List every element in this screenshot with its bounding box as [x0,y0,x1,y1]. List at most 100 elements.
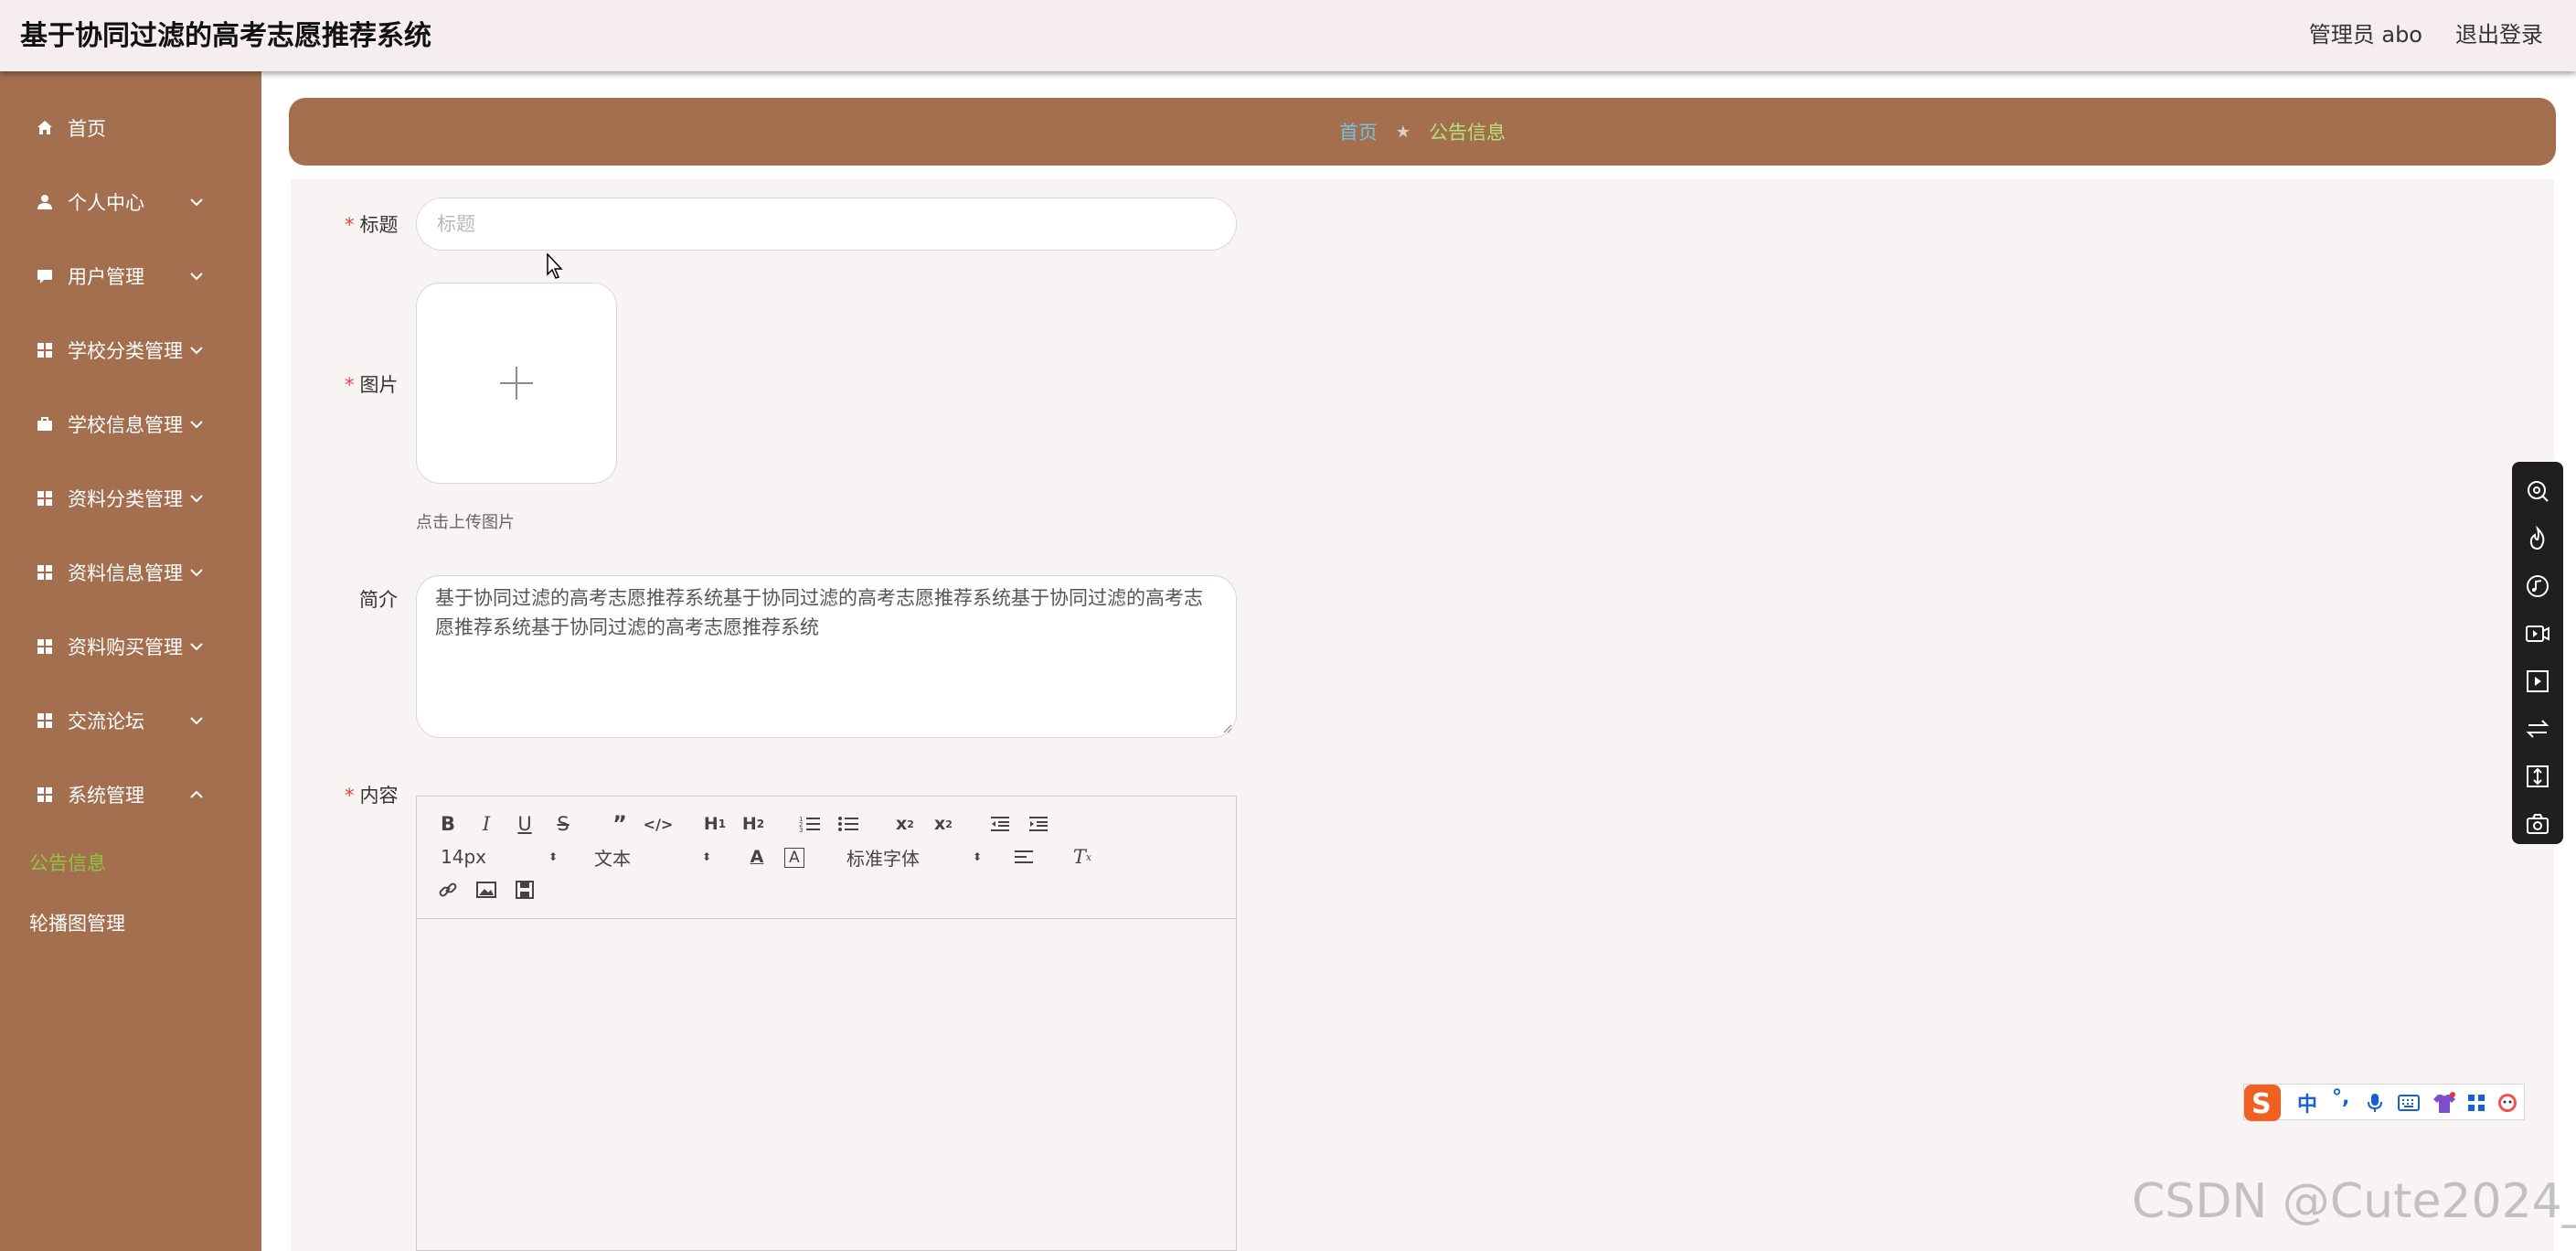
sidebar-item-system[interactable]: 系统管理 [0,767,261,822]
sidebar-item-label: 学校信息管理 [68,414,183,436]
editor-body[interactable] [417,919,1236,1250]
sidebar-item-home[interactable]: 首页 [0,101,261,155]
align-icon[interactable] [1009,844,1038,870]
chevron-down-icon [190,198,203,207]
user-area: 管理员 abo 退出登录 [2309,16,2543,48]
resize-grip-icon[interactable] [1221,722,1232,733]
underline-icon[interactable]: U [510,811,539,837]
skin-icon[interactable] [2432,1092,2456,1114]
editor-toolbar: B I U S ” </> H1 H2 123 x2 x2 14px ⬍ 文本 … [417,797,1236,919]
toolbox-icon[interactable] [2467,1094,2486,1112]
sidebar-item-school-category[interactable]: 学校分类管理 [0,323,261,378]
briefcase-icon [35,414,55,434]
svg-text:3: 3 [799,827,803,833]
link-icon[interactable] [433,877,463,903]
bold-icon[interactable]: B [433,811,463,837]
chevron-down-icon [190,569,203,577]
heading-select[interactable]: 文本 ⬍ [594,844,713,870]
chevron-down-icon [190,273,203,281]
sidebar-item-label: 个人中心 [68,192,144,214]
grid-icon [35,562,55,583]
sidebar-item-label: 用户管理 [68,266,144,288]
sidebar-item-material-category[interactable]: 资料分类管理 [0,471,261,526]
content-label: * 内容 [345,785,399,807]
camera-icon[interactable] [2525,811,2550,837]
chat-icon [35,266,55,286]
background-color-icon[interactable]: A [784,848,804,868]
heading1-icon[interactable]: H1 [700,811,729,837]
select-arrows-icon: ⬍ [548,850,559,863]
font-family-select[interactable]: 标准字体 ⬍ [846,844,984,870]
sogou-logo-icon[interactable]: S [2242,1083,2283,1123]
grid-icon [35,711,55,731]
title-label: * 标题 [345,214,399,236]
subscript-icon[interactable]: x2 [890,811,920,837]
ordered-list-icon[interactable]: 123 [795,811,825,837]
sidebar-item-label: 资料分类管理 [68,488,183,510]
music-icon[interactable] [2525,573,2550,599]
title-input[interactable] [416,198,1237,251]
floating-tool-bar [2512,462,2563,844]
breadcrumb-separator-icon: ★ [1395,122,1411,142]
image-upload-button[interactable] [416,283,617,484]
outdent-icon[interactable] [985,811,1015,837]
heading2-icon[interactable]: H2 [739,811,768,837]
video-record-icon[interactable] [2525,621,2550,647]
sidebar-item-material-info[interactable]: 资料信息管理 [0,545,261,600]
sidebar-item-school-info[interactable]: 学校信息管理 [0,397,261,452]
screen-record-icon[interactable] [2525,668,2550,694]
flame-icon[interactable] [2525,526,2550,551]
sidebar-item-forum[interactable]: 交流论坛 [0,693,261,748]
upload-hint: 点击上传图片 [416,513,515,532]
swap-icon[interactable] [2525,716,2550,742]
breadcrumb-home[interactable]: 首页 [1339,118,1378,145]
clear-format-icon[interactable]: Tx [1068,844,1097,870]
grid-icon [35,636,55,657]
sidebar-item-users[interactable]: 用户管理 [0,249,261,304]
video-icon[interactable] [510,877,539,903]
strikethrough-icon[interactable]: S [548,811,578,837]
image-label: * 图片 [345,374,399,396]
bullet-list-icon[interactable] [834,811,863,837]
ime-chinese-mode-icon[interactable]: 中 [2297,1088,2317,1117]
italic-icon[interactable]: I [472,811,501,837]
plus-icon [500,367,533,400]
keyboard-icon[interactable] [2398,1095,2420,1111]
chevron-down-icon [190,717,203,725]
logout-button[interactable]: 退出登录 [2455,16,2543,48]
mouse-cursor-icon [547,253,563,279]
sidebar-item-profile[interactable]: 个人中心 [0,175,261,230]
intro-text: 基于协同过滤的高考志愿推荐系统基于协同过滤的高考志愿推荐系统基于协同过滤的高考志… [435,587,1203,638]
sidebar-item-label: 资料购买管理 [68,636,183,658]
ime-toolbar: S 中 °, [2242,1083,2525,1123]
ime-punctuation-icon[interactable]: °, [2332,1086,2349,1109]
sidebar-item-material-purchase[interactable]: 资料购买管理 [0,619,261,674]
sidebar-subitem-carousel[interactable]: 轮播图管理 [29,909,125,936]
top-header: 基于协同过滤的高考志愿推荐系统 管理员 abo 退出登录 [0,0,2576,71]
user-icon [35,192,55,212]
expand-icon[interactable] [2525,764,2550,789]
required-mark: * [345,214,355,236]
intro-textarea[interactable]: 基于协同过滤的高考志愿推荐系统基于协同过滤的高考志愿推荐系统基于协同过滤的高考志… [416,575,1237,738]
grid-icon [35,488,55,508]
grid-icon [35,340,55,360]
superscript-icon[interactable]: x2 [929,811,958,837]
font-color-icon[interactable]: A [742,844,772,870]
microphone-icon[interactable] [2367,1093,2383,1113]
sidebar: 首页 个人中心 用户管理 学校分类管理 学校信息管理 资料分类管理 资料信息管理… [0,71,261,1251]
search-icon[interactable] [2525,478,2550,504]
image-icon[interactable] [472,877,501,903]
blockquote-icon[interactable]: ” [605,811,634,837]
indent-icon[interactable] [1024,811,1053,837]
code-block-icon[interactable]: </> [644,811,674,837]
font-size-select[interactable]: 14px ⬍ [441,844,559,870]
current-user-label[interactable]: 管理员 abo [2309,16,2422,48]
sidebar-subitem-announcements[interactable]: 公告信息 [29,849,106,876]
chevron-down-icon [190,347,203,355]
chevron-down-icon [190,643,203,651]
chevron-down-icon [190,495,203,503]
chevron-up-icon [190,790,203,798]
intro-label: 简介 [359,589,398,611]
emoji-icon[interactable] [2496,1092,2518,1114]
required-mark: * [345,374,355,396]
